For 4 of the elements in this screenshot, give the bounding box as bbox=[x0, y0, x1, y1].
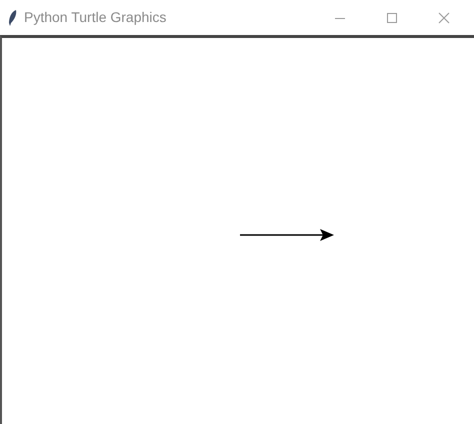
close-icon bbox=[438, 12, 450, 24]
maximize-icon bbox=[386, 12, 398, 24]
feather-icon bbox=[8, 8, 18, 26]
window-title: Python Turtle Graphics bbox=[24, 8, 166, 27]
